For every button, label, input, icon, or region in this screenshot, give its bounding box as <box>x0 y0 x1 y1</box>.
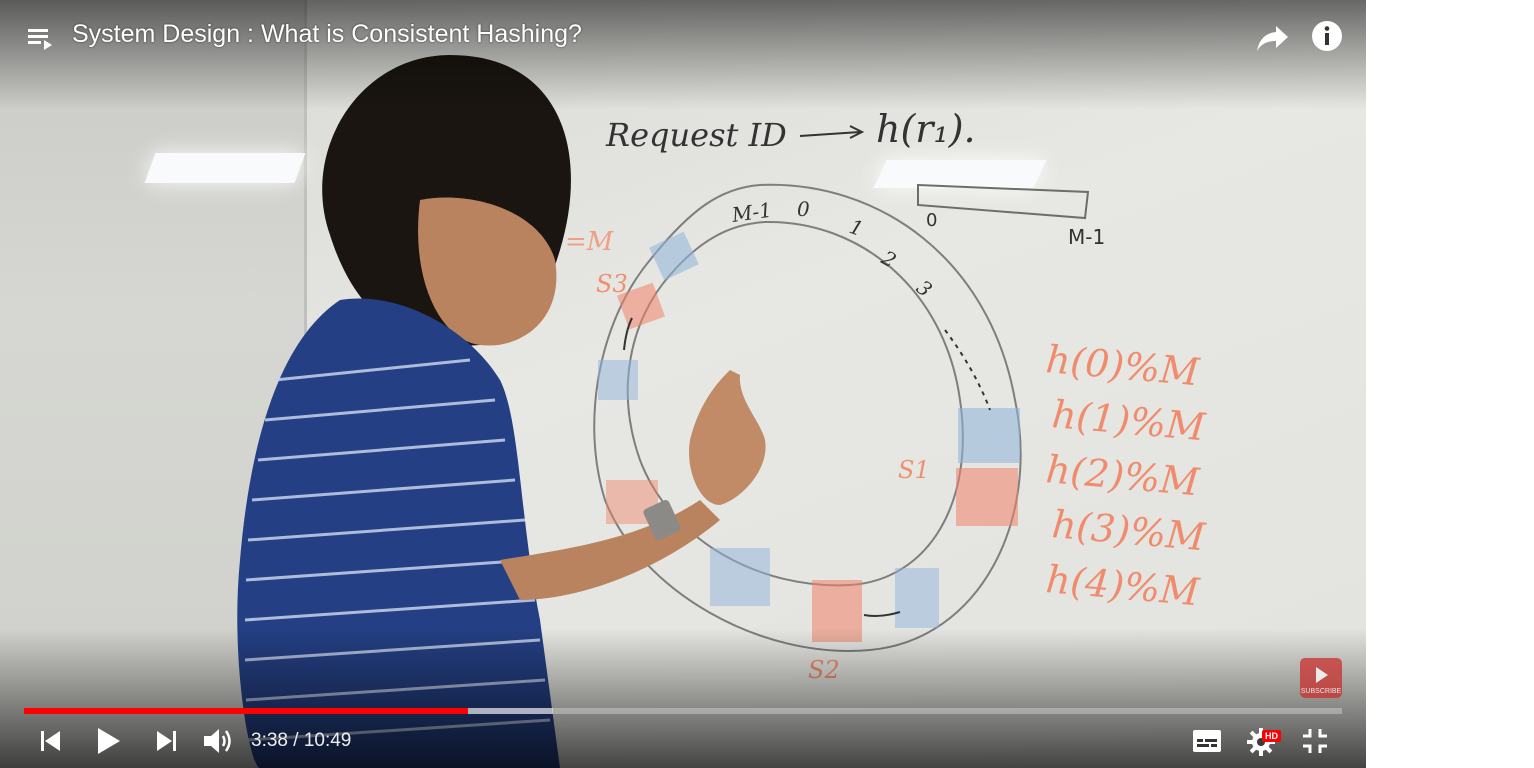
hash-list-item: h(1)%M <box>1050 392 1208 449</box>
subscribe-label: SUBSCRIBE <box>1300 688 1342 695</box>
playlist-icon[interactable] <box>26 24 56 54</box>
previous-icon[interactable] <box>38 728 64 754</box>
exit-fullscreen-icon[interactable] <box>1302 728 1328 754</box>
whiteboard-array-start: 0 <box>926 210 937 231</box>
ring-slot-label: 0 <box>797 197 810 221</box>
ring-segment-blue <box>958 408 1020 463</box>
volume-icon[interactable] <box>202 726 234 756</box>
ring-segment-blue <box>649 231 699 281</box>
video-player[interactable]: Request ID h(r₁). 0 M-1 M-10123 S1S2S3 h… <box>0 0 1366 768</box>
next-icon[interactable] <box>153 728 179 754</box>
ring-arrow <box>944 329 991 411</box>
server-label: S1 <box>898 456 930 484</box>
whiteboard-hash-text: h(r₁). <box>876 107 976 151</box>
whiteboard-array-end: M-1 <box>1068 225 1105 249</box>
request-arrow <box>799 131 861 137</box>
hash-list-item: h(0)%M <box>1044 337 1202 394</box>
time-display: 3:38 / 10:49 <box>251 730 351 752</box>
hash-list-item: h(4)%M <box>1044 557 1202 614</box>
player-controls: 3:38 / 10:49 HD <box>0 718 1366 768</box>
time-separator: / <box>293 730 304 751</box>
play-icon <box>1316 667 1328 683</box>
server-label: S3 <box>596 270 628 298</box>
whiteboard-hash-list: h(0)%Mh(1)%Mh(2)%Mh(3)%Mh(4)%M <box>1044 337 1208 614</box>
ring-segment-red <box>956 468 1018 526</box>
whiteboard-request-text: Request ID <box>605 116 787 154</box>
info-icon[interactable] <box>1311 20 1343 52</box>
current-time: 3:38 <box>251 730 288 751</box>
share-icon[interactable] <box>1254 18 1292 56</box>
ring-segment-blue <box>710 548 770 606</box>
title-bar: System Design : What is Consistent Hashi… <box>0 0 1366 72</box>
hd-badge: HD <box>1262 730 1281 742</box>
subscribe-watermark[interactable]: SUBSCRIBE <box>1300 658 1342 698</box>
whiteboard-server-labels: S1S2S3 <box>596 270 930 684</box>
duration: 10:49 <box>303 730 352 751</box>
video-title[interactable]: System Design : What is Consistent Hashi… <box>72 20 582 49</box>
ring-slot-label: 1 <box>846 214 866 241</box>
ring-segment-blue <box>598 360 638 400</box>
whiteboard-partial-text: =M <box>565 227 615 257</box>
progress-played <box>24 708 469 714</box>
play-icon[interactable] <box>94 726 122 756</box>
ring-slot-label: 3 <box>912 275 937 302</box>
whiteboard-ring-slots: M-1 0123 <box>729 197 936 302</box>
hash-list-item: h(2)%M <box>1044 447 1202 504</box>
hash-list-item: h(3)%M <box>1050 502 1208 559</box>
progress-bar[interactable] <box>24 708 1342 714</box>
ring-segment-blue <box>895 568 939 628</box>
array-box <box>917 183 1090 220</box>
ring-arrow <box>863 611 901 617</box>
captions-icon[interactable] <box>1192 728 1222 754</box>
